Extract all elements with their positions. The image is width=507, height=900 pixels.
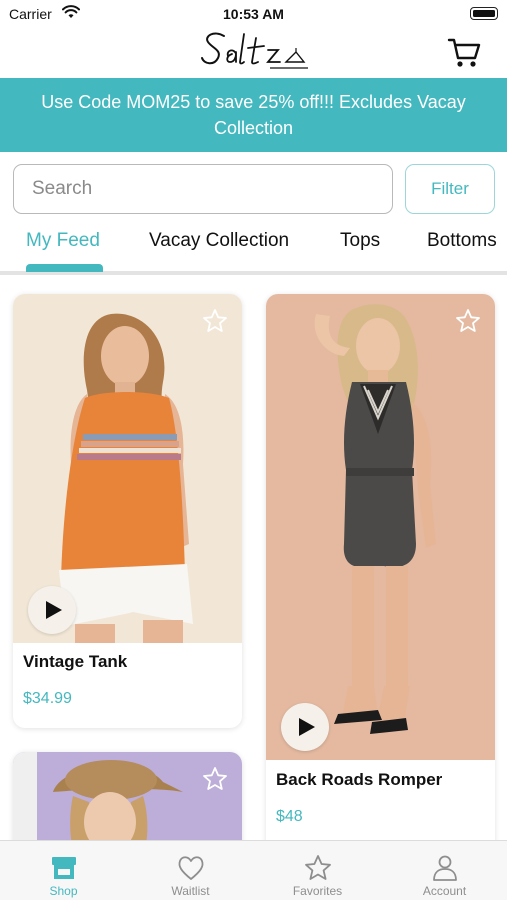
cart-icon[interactable] bbox=[446, 34, 482, 70]
tabbar-account[interactable]: Account bbox=[381, 841, 507, 900]
favorite-star-icon[interactable] bbox=[455, 308, 481, 334]
tabbar-shop[interactable]: Shop bbox=[0, 841, 127, 900]
status-time: 10:53 AM bbox=[223, 6, 284, 22]
category-tabs: My Feed Vacay Collection Tops Bottoms bbox=[0, 224, 507, 276]
person-icon bbox=[432, 855, 457, 881]
tabbar-label: Shop bbox=[49, 884, 78, 898]
tab-tops[interactable]: Tops bbox=[340, 230, 380, 252]
product-card-back-roads-romper[interactable]: Back Roads Romper $48 bbox=[266, 294, 495, 840]
app-header bbox=[0, 28, 507, 78]
battery-icon bbox=[470, 7, 498, 20]
bottom-tab-bar: Shop Waitlist Favorites Account bbox=[0, 840, 507, 900]
tabbar-label: Favorites bbox=[292, 884, 343, 898]
product-image-back-roads-romper[interactable] bbox=[266, 294, 495, 760]
product-grid: Vintage Tank $34.99 Back Roads Romper $4… bbox=[0, 276, 507, 840]
status-bar: Carrier 10:53 AM bbox=[0, 0, 507, 28]
promo-banner[interactable]: Use Code MOM25 to save 25% off!!! Exclud… bbox=[0, 78, 507, 152]
shop-icon bbox=[51, 857, 76, 879]
tabbar-favorites[interactable]: Favorites bbox=[254, 841, 381, 900]
product-price: $34.99 bbox=[23, 690, 72, 707]
search-input[interactable] bbox=[13, 164, 393, 214]
product-name: Vintage Tank bbox=[23, 652, 128, 671]
tab-vacay-collection[interactable]: Vacay Collection bbox=[149, 230, 289, 252]
tabbar-label: Waitlist bbox=[171, 884, 210, 898]
heart-icon bbox=[178, 856, 203, 880]
filter-button[interactable]: Filter bbox=[405, 164, 495, 214]
favorite-star-icon[interactable] bbox=[202, 766, 228, 792]
tabbar-waitlist[interactable]: Waitlist bbox=[127, 841, 254, 900]
active-tab-indicator bbox=[26, 264, 103, 272]
tabbar-label: Account bbox=[422, 884, 467, 898]
product-card-vintage-tank[interactable]: Vintage Tank $34.99 bbox=[13, 294, 242, 728]
product-price: $48 bbox=[276, 808, 303, 825]
product-name: Back Roads Romper bbox=[276, 770, 443, 789]
favorite-star-icon[interactable] bbox=[202, 308, 228, 334]
salt-logo[interactable] bbox=[200, 28, 310, 76]
product-card-partial[interactable] bbox=[13, 752, 242, 840]
promo-text: Use Code MOM25 to save 25% off!!! Exclud… bbox=[41, 92, 466, 138]
star-icon bbox=[304, 855, 331, 880]
play-video-button[interactable] bbox=[281, 703, 329, 751]
tab-bottoms[interactable]: Bottoms bbox=[427, 230, 497, 252]
tab-my-feed[interactable]: My Feed bbox=[26, 230, 100, 252]
play-video-button[interactable] bbox=[28, 586, 76, 634]
